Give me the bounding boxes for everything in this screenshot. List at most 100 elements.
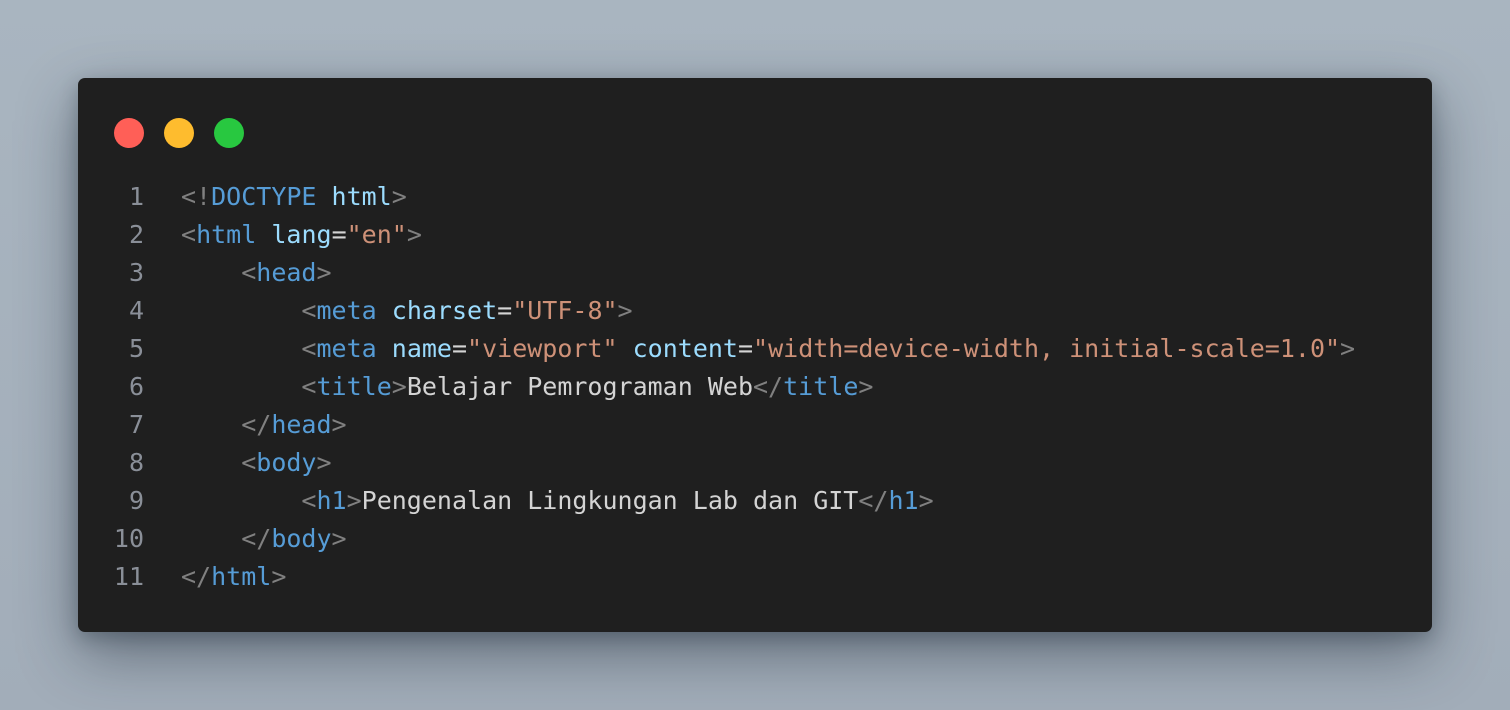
code-token-tag: body xyxy=(271,524,332,553)
code-content: <body> xyxy=(181,444,332,482)
code-token-tag: head xyxy=(271,410,332,439)
line-number: 9 xyxy=(128,486,144,515)
code-token-punc: < xyxy=(241,258,257,287)
code-token-str: "width=device-width, initial-scale=1.0" xyxy=(753,334,1341,363)
line-number: 2 xyxy=(128,220,144,249)
code-token-punc: > xyxy=(406,220,422,249)
code-token-punc: > xyxy=(316,258,332,287)
code-line: 9 <h1>Pengenalan Lingkungan Lab dan GIT<… xyxy=(78,482,1432,520)
code-window: 1 <!DOCTYPE html> 2 <html lang="en"> 3 <head… xyxy=(78,78,1432,632)
code-token-punc: < xyxy=(301,486,317,515)
code-token-tag: body xyxy=(256,448,317,477)
code-token-tag: meta xyxy=(316,296,377,325)
code-content: <head> xyxy=(181,254,332,292)
code-token-punc: < xyxy=(301,296,317,325)
code-content: <html lang="en"> xyxy=(181,216,422,254)
line-number: 6 xyxy=(128,372,144,401)
code-token-punc: > xyxy=(858,372,874,401)
line-number: 10 xyxy=(113,524,144,553)
code-token-attr: charset xyxy=(391,296,498,325)
code-token-txt: = xyxy=(497,296,513,325)
code-token-punc: < xyxy=(181,220,197,249)
code-token-punc: > xyxy=(391,372,407,401)
code-token-punc: > xyxy=(346,486,362,515)
code-token-tag: h1 xyxy=(888,486,919,515)
code-token-punc: </ xyxy=(241,410,272,439)
code-token-tag: DOCTYPE xyxy=(211,182,317,211)
code-token-str: "viewport" xyxy=(467,334,618,363)
code-token-str: "en" xyxy=(346,220,407,249)
code-token-punc: > xyxy=(331,524,347,553)
code-line: 5 <meta name="viewport" content="width=d… xyxy=(78,330,1432,368)
code-token-str: "UTF-8" xyxy=(512,296,618,325)
code-token-punc: > xyxy=(331,410,347,439)
line-number: 11 xyxy=(113,562,144,591)
code-token-txt: Pengenalan Lingkungan Lab dan GIT xyxy=(361,486,859,515)
code-token-punc: > xyxy=(617,296,633,325)
code-token-tag: meta xyxy=(316,334,377,363)
code-line: 11 </html> xyxy=(78,558,1432,596)
code-content: </body> xyxy=(181,520,347,558)
line-number: 5 xyxy=(128,334,144,363)
code-token-txt: Belajar Pemrograman Web xyxy=(406,372,753,401)
code-token-punc: <! xyxy=(181,182,212,211)
code-token-txt: = xyxy=(331,220,347,249)
maximize-dot-icon[interactable] xyxy=(214,118,244,148)
code-line: 4 <meta charset="UTF-8"> xyxy=(78,292,1432,330)
code-token-punc: > xyxy=(918,486,934,515)
code-line: 1 <!DOCTYPE html> xyxy=(78,178,1432,216)
code-token-attr: lang xyxy=(271,220,332,249)
code-token-tag: html xyxy=(196,220,257,249)
code-token-punc: > xyxy=(271,562,287,591)
code-token-punc: </ xyxy=(241,524,272,553)
code-content: <!DOCTYPE html> xyxy=(181,178,407,216)
code-token-tag: h1 xyxy=(316,486,347,515)
code-token-punc: </ xyxy=(858,486,889,515)
code-block: 1 <!DOCTYPE html> 2 <html lang="en"> 3 <head… xyxy=(78,178,1432,596)
code-line: 8 <body> xyxy=(78,444,1432,482)
code-content: <meta charset="UTF-8"> xyxy=(181,292,633,330)
code-line: 2 <html lang="en"> xyxy=(78,216,1432,254)
code-content: <title>Belajar Pemrograman Web</title> xyxy=(181,368,873,406)
code-token-punc: </ xyxy=(181,562,212,591)
code-content: </head> xyxy=(181,406,347,444)
code-token-punc: < xyxy=(301,334,317,363)
line-number: 3 xyxy=(128,258,144,287)
line-number: 4 xyxy=(128,296,144,325)
code-token-punc: < xyxy=(241,448,257,477)
close-dot-icon[interactable] xyxy=(114,118,144,148)
code-content: <h1>Pengenalan Lingkungan Lab dan GIT</h… xyxy=(181,482,934,520)
code-token-txt: = xyxy=(737,334,754,363)
code-token-punc: > xyxy=(391,182,407,211)
code-line: 6 <title>Belajar Pemrograman Web</title> xyxy=(78,368,1432,406)
code-token-tag: html xyxy=(211,562,272,591)
code-token-punc: < xyxy=(301,372,317,401)
line-number: 1 xyxy=(128,182,144,211)
line-number: 7 xyxy=(128,410,144,439)
minimize-dot-icon[interactable] xyxy=(164,118,194,148)
code-token-punc: </ xyxy=(753,372,784,401)
line-number: 8 xyxy=(128,448,144,477)
code-line: 3 <head> xyxy=(78,254,1432,292)
code-token-attr: name xyxy=(391,334,452,363)
code-token-attr: content xyxy=(632,334,738,363)
code-token-txt: = xyxy=(451,334,468,363)
code-token-tag: title xyxy=(783,372,859,401)
code-token-punc: > xyxy=(1340,334,1356,363)
code-line: 10 </body> xyxy=(78,520,1432,558)
code-content: </html> xyxy=(181,558,286,596)
code-token-punc: > xyxy=(316,448,332,477)
